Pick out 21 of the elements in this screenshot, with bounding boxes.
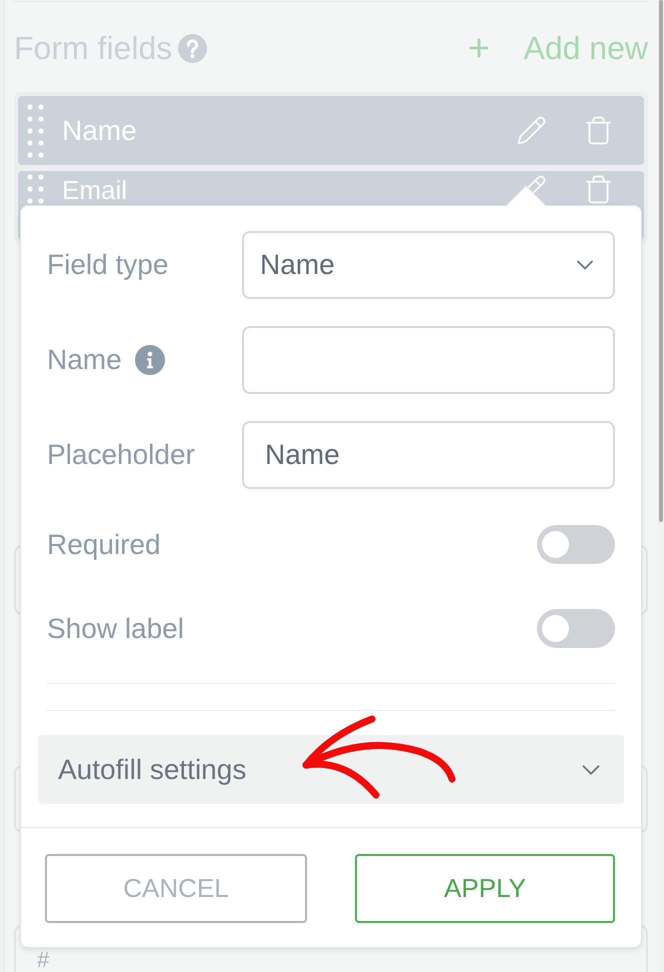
scrollbar-thumb[interactable] bbox=[659, 0, 663, 522]
field-label: Field type bbox=[47, 251, 168, 279]
text-input[interactable] bbox=[242, 326, 615, 394]
toggle-switch[interactable] bbox=[537, 609, 615, 648]
toggle-switch[interactable] bbox=[537, 525, 615, 564]
field-label: Required bbox=[47, 530, 161, 558]
drag-handle-icon[interactable] bbox=[27, 104, 44, 158]
text-input[interactable]: Name bbox=[242, 421, 615, 489]
cancel-button[interactable]: CANCEL bbox=[45, 854, 307, 923]
info-icon[interactable] bbox=[134, 345, 165, 375]
field-label: Name bbox=[47, 346, 122, 374]
trash-icon[interactable] bbox=[583, 174, 614, 205]
help-icon[interactable] bbox=[178, 34, 208, 62]
trash-icon[interactable] bbox=[583, 115, 614, 146]
input-prefix: # bbox=[37, 949, 50, 971]
field-label: Placeholder bbox=[47, 441, 195, 469]
autofill-settings-accordion[interactable]: Autofill settings bbox=[38, 735, 624, 804]
field-label: Show label bbox=[47, 614, 184, 642]
pencil-icon[interactable] bbox=[516, 115, 547, 146]
apply-button[interactable]: APPLY bbox=[355, 854, 615, 923]
field-type-select[interactable]: Name bbox=[242, 231, 615, 299]
